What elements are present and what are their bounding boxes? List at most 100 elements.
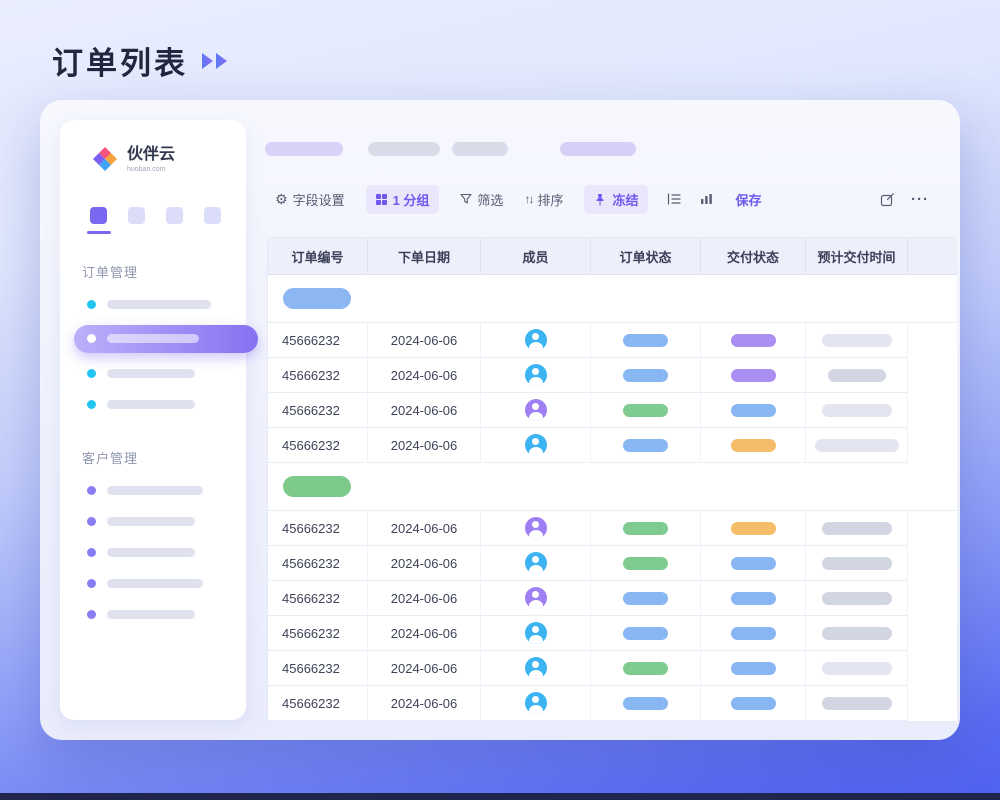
order-no-cell: 45666232 bbox=[268, 686, 368, 721]
order-date-cell: 2024-06-06 bbox=[368, 581, 481, 616]
view-tab-pill[interactable] bbox=[560, 142, 636, 156]
table-row[interactable]: 456662322024-06-06 bbox=[268, 546, 957, 581]
freeze-button[interactable]: 冻结 bbox=[584, 185, 648, 214]
order-no-cell: 45666232 bbox=[268, 511, 368, 546]
row-filler bbox=[908, 393, 957, 428]
order-no-cell: 45666232 bbox=[268, 546, 368, 581]
member-avatar-icon bbox=[525, 622, 547, 644]
nav-section-label: 订单管理 bbox=[82, 262, 246, 281]
member-cell bbox=[481, 651, 591, 686]
group-button[interactable]: 1 分组 bbox=[366, 185, 440, 214]
content-area: ⚙ 字段设置 1 分组 筛选 bbox=[265, 120, 957, 724]
order-status-cell bbox=[591, 651, 701, 686]
table-row[interactable]: 456662322024-06-06 bbox=[268, 393, 957, 428]
order-status-pill bbox=[623, 369, 668, 382]
order-no-cell: 45666232 bbox=[268, 651, 368, 686]
delivery-status-cell bbox=[701, 393, 806, 428]
order-status-cell bbox=[591, 358, 701, 393]
row-filler bbox=[908, 323, 957, 358]
eta-cell bbox=[806, 358, 908, 393]
table-row[interactable]: 456662322024-06-06 bbox=[268, 686, 957, 721]
member-cell bbox=[481, 581, 591, 616]
table-row[interactable]: 456662322024-06-06 bbox=[268, 323, 957, 358]
sidebar-item[interactable] bbox=[60, 289, 246, 320]
bottom-strip bbox=[0, 793, 1000, 800]
order-no-cell: 45666232 bbox=[268, 581, 368, 616]
row-filler bbox=[908, 428, 957, 463]
eta-skeleton-pill bbox=[822, 334, 892, 347]
sidebar-item[interactable] bbox=[60, 358, 246, 389]
sidebar-tab-3[interactable] bbox=[166, 207, 183, 224]
sidebar-item[interactable] bbox=[60, 389, 246, 420]
member-cell bbox=[481, 686, 591, 721]
nav-item-dot-icon bbox=[87, 517, 96, 526]
sidebar-item[interactable] bbox=[60, 568, 246, 599]
column-header[interactable]: 成员 bbox=[481, 238, 591, 274]
nav-item-dot-icon bbox=[87, 334, 96, 343]
delivery-status-cell bbox=[701, 686, 806, 721]
sidebar-item[interactable] bbox=[60, 475, 246, 506]
member-cell bbox=[481, 546, 591, 581]
eta-cell bbox=[806, 686, 908, 721]
group-header-row[interactable] bbox=[268, 463, 957, 511]
table-row[interactable]: 456662322024-06-06 bbox=[268, 511, 957, 546]
nav-item-placeholder bbox=[107, 579, 203, 588]
order-status-pill bbox=[623, 697, 668, 710]
chart-button[interactable] bbox=[700, 193, 713, 205]
field-settings-button[interactable]: ⚙ 字段设置 bbox=[275, 190, 345, 209]
table-row[interactable]: 456662322024-06-06 bbox=[268, 358, 957, 393]
column-header[interactable]: 交付状态 bbox=[701, 238, 806, 274]
group-header-row[interactable] bbox=[268, 275, 957, 323]
column-header[interactable]: 下单日期 bbox=[368, 238, 481, 274]
table-header: 订单编号下单日期成员订单状态交付状态预计交付时间 bbox=[268, 237, 957, 275]
sidebar-item[interactable] bbox=[74, 325, 258, 353]
column-header[interactable]: 预计交付时间 bbox=[806, 238, 908, 274]
edit-button[interactable] bbox=[880, 192, 895, 207]
nav-item-placeholder bbox=[107, 334, 199, 343]
sidebar-tab-1[interactable] bbox=[90, 207, 107, 224]
order-no-cell: 45666232 bbox=[268, 358, 368, 393]
logo-text: 伙伴云 huoban.com bbox=[127, 146, 175, 173]
sidebar-tab-2[interactable] bbox=[128, 207, 145, 224]
row-height-button[interactable] bbox=[667, 193, 681, 205]
member-cell bbox=[481, 393, 591, 428]
sort-button[interactable]: ↑↓ 排序 bbox=[524, 190, 563, 209]
order-date-cell: 2024-06-06 bbox=[368, 323, 481, 358]
eta-cell bbox=[806, 616, 908, 651]
nav-item-dot-icon bbox=[87, 548, 96, 557]
eta-skeleton-pill bbox=[815, 439, 899, 452]
sidebar-item[interactable] bbox=[60, 599, 246, 630]
order-date-cell: 2024-06-06 bbox=[368, 511, 481, 546]
pin-icon bbox=[594, 193, 606, 206]
order-no-cell: 45666232 bbox=[268, 616, 368, 651]
table-row[interactable]: 456662322024-06-06 bbox=[268, 616, 957, 651]
eta-cell bbox=[806, 393, 908, 428]
member-avatar-icon bbox=[525, 552, 547, 574]
row-filler bbox=[908, 581, 957, 616]
view-tab-pill[interactable] bbox=[265, 142, 343, 156]
column-header[interactable]: 订单编号 bbox=[268, 238, 368, 274]
column-header[interactable]: 订单状态 bbox=[591, 238, 701, 274]
view-tab-pill[interactable] bbox=[368, 142, 440, 156]
double-chevron-icon bbox=[200, 51, 236, 71]
sidebar-item[interactable] bbox=[60, 506, 246, 537]
filter-button[interactable]: 筛选 bbox=[460, 190, 503, 209]
order-date-cell: 2024-06-06 bbox=[368, 428, 481, 463]
nav-item-placeholder bbox=[107, 517, 195, 526]
table-row[interactable]: 456662322024-06-06 bbox=[268, 428, 957, 463]
table-row[interactable]: 456662322024-06-06 bbox=[268, 651, 957, 686]
more-button[interactable]: ··· bbox=[911, 191, 929, 208]
filter-label: 筛选 bbox=[477, 190, 503, 209]
order-date-cell: 2024-06-06 bbox=[368, 651, 481, 686]
sidebar-item[interactable] bbox=[60, 537, 246, 568]
order-status-pill bbox=[623, 522, 668, 535]
row-filler bbox=[908, 651, 957, 686]
view-tab-pill[interactable] bbox=[452, 142, 508, 156]
table-row[interactable]: 456662322024-06-06 bbox=[268, 581, 957, 616]
delivery-status-pill bbox=[731, 557, 776, 570]
member-cell bbox=[481, 616, 591, 651]
order-status-cell bbox=[591, 581, 701, 616]
sidebar-tab-4[interactable] bbox=[204, 207, 221, 224]
grid-icon bbox=[376, 194, 387, 205]
save-button[interactable]: 保存 bbox=[735, 190, 761, 209]
